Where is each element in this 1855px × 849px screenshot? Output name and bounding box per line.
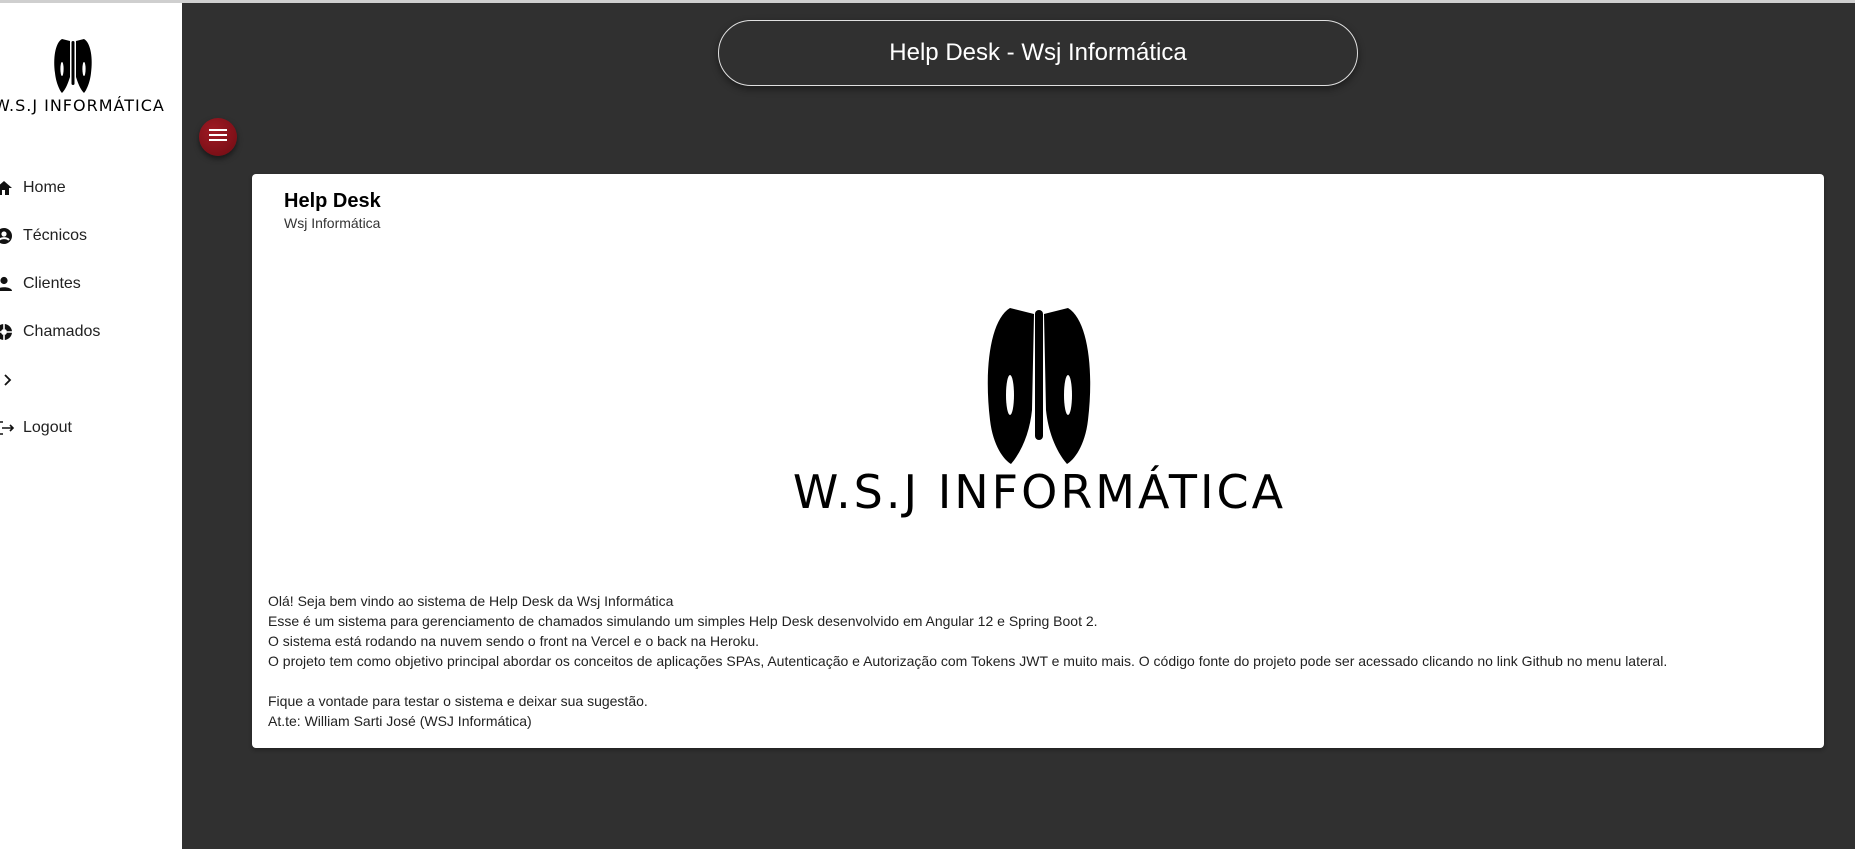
sidebar-item-label: Chamados <box>23 323 101 340</box>
body-paragraph: Fique a vontade para testar o sistema e … <box>268 693 648 709</box>
sidebar-item-label: Home <box>23 179 66 196</box>
sidebar-item-clientes[interactable]: Clientes <box>0 260 182 308</box>
signature: At.te: William Sarti José (WSJ Informáti… <box>268 713 532 729</box>
body-paragraph: O projeto tem como objetivo principal ab… <box>268 653 1668 669</box>
company-logo: W.S.J INFORMÁTICA <box>792 300 1287 520</box>
sidebar: W.S.J INFORMÁTICA Home Técnicos Clientes… <box>0 3 182 849</box>
sidebar-item-expand[interactable] <box>0 356 182 404</box>
card-subtitle: Wsj Informática <box>284 215 381 231</box>
window-top-border <box>0 0 1855 3</box>
sidebar-item-chamados[interactable]: Chamados <box>0 308 182 356</box>
sidebar-item-label: Logout <box>23 419 72 436</box>
sidebar-logo-text: W.S.J INFORMÁTICA <box>0 96 165 115</box>
logout-icon <box>0 419 23 437</box>
sidebar-item-logout[interactable]: Logout <box>0 404 182 452</box>
sidebar-item-tecnicos[interactable]: Técnicos <box>0 212 182 260</box>
menu-icon <box>209 128 227 147</box>
sidebar-item-home[interactable]: Home <box>0 164 182 212</box>
jacket-logo-icon <box>54 39 92 93</box>
header-title: Help Desk - Wsj Informática <box>718 20 1358 86</box>
menu-toggle-button[interactable] <box>199 118 237 156</box>
jacket-logo-icon <box>987 308 1091 464</box>
home-icon <box>0 179 23 197</box>
welcome-card: Help Desk Wsj Informática W.S.J INFORMÁT… <box>252 174 1824 748</box>
company-logo-text: W.S.J INFORMÁTICA <box>792 465 1287 519</box>
sidebar-logo: W.S.J INFORMÁTICA <box>0 33 182 118</box>
sidebar-item-label: Técnicos <box>23 227 88 244</box>
person-icon <box>0 275 23 293</box>
body-paragraph: O sistema está rodando na nuvem sendo o … <box>268 633 760 649</box>
body-paragraph: Olá! Seja bem vindo ao sistema de Help D… <box>268 593 674 609</box>
chevron-right-icon <box>0 371 23 389</box>
account-circle-icon <box>0 227 23 245</box>
support-icon <box>0 323 23 341</box>
sidebar-nav: Home Técnicos Clientes Chamados Logout <box>0 164 182 452</box>
card-body: Olá! Seja bem vindo ao sistema de Help D… <box>268 591 1667 731</box>
card-title: Help Desk <box>284 190 381 212</box>
sidebar-item-label: Clientes <box>23 275 81 292</box>
body-paragraph: Esse é um sistema para gerenciamento de … <box>268 613 1098 629</box>
